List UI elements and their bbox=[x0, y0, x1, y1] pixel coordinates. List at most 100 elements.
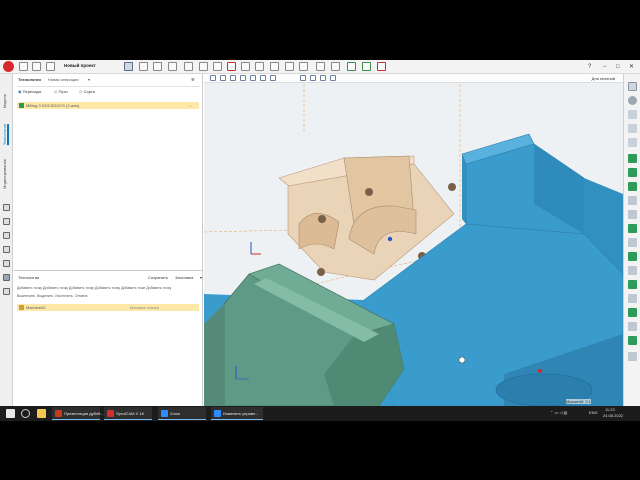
tab-technology[interactable]: Технология bbox=[2, 124, 9, 146]
tray-icons[interactable]: ⌃ ▭ ◁ ▤ bbox=[550, 410, 567, 415]
view-icon-4[interactable] bbox=[240, 75, 246, 81]
tab-model[interactable]: Модель bbox=[2, 94, 7, 108]
display-icon[interactable] bbox=[628, 124, 637, 133]
add-point-button-2[interactable]: Добавить точку bbox=[43, 286, 68, 290]
green-tool-icon-2[interactable] bbox=[628, 168, 637, 177]
tool-icon-c[interactable] bbox=[628, 238, 637, 247]
operation-row[interactable]: Milling 3 DOCSDOCS (2-axis) ◌ bbox=[17, 102, 199, 109]
view-icon-8[interactable] bbox=[300, 75, 306, 81]
select-button[interactable]: Выделить bbox=[37, 294, 53, 298]
exclude-button[interactable]: Исключить bbox=[55, 294, 73, 298]
view-icon-5[interactable] bbox=[250, 75, 256, 81]
toolbar-icon-16[interactable] bbox=[362, 62, 371, 71]
sphere-icon[interactable] bbox=[628, 96, 637, 105]
green-tool-icon-3[interactable] bbox=[628, 182, 637, 191]
clock-time[interactable]: 11:23 bbox=[605, 407, 615, 412]
cancel-button[interactable]: Отмена bbox=[75, 294, 88, 298]
green-tool-icon-8[interactable] bbox=[628, 336, 637, 345]
tool-icon[interactable] bbox=[3, 218, 10, 225]
tool-icon-d[interactable] bbox=[628, 266, 637, 275]
tool-icon-3[interactable] bbox=[3, 246, 10, 253]
search-icon[interactable] bbox=[21, 409, 30, 418]
toolbar-icon-15[interactable] bbox=[347, 62, 356, 71]
save-icon[interactable] bbox=[46, 62, 55, 71]
machine-row[interactable]: Machine02 Машина станка bbox=[17, 304, 199, 311]
add-point-button-4[interactable]: Добавить точку bbox=[95, 286, 120, 290]
render-icon[interactable] bbox=[628, 138, 637, 147]
disable-button[interactable]: Выключить bbox=[17, 294, 35, 298]
view-cube-icon[interactable] bbox=[628, 82, 637, 91]
add-point-button-3[interactable]: Добавить точку bbox=[69, 286, 94, 290]
stock-button[interactable]: Заготовка bbox=[175, 275, 193, 280]
chevron-down-icon[interactable]: ▾ bbox=[200, 275, 202, 280]
action-sorts[interactable]: ◎ Сорта bbox=[79, 89, 95, 94]
view-icon-6[interactable] bbox=[260, 75, 266, 81]
layers-icon[interactable] bbox=[628, 110, 637, 119]
view-icon-7[interactable] bbox=[270, 75, 276, 81]
clock-date[interactable]: 24.08.2022 bbox=[603, 413, 623, 418]
view-icon-11[interactable] bbox=[330, 75, 336, 81]
open-folder-icon[interactable] bbox=[32, 62, 41, 71]
app-logo-icon[interactable] bbox=[3, 61, 14, 72]
3d-viewport[interactable] bbox=[204, 74, 623, 406]
panel-splitter[interactable] bbox=[14, 270, 203, 271]
view-icon-10[interactable] bbox=[320, 75, 326, 81]
start-icon[interactable] bbox=[6, 409, 15, 418]
view-icon-9[interactable] bbox=[310, 75, 316, 81]
tool-icon-4[interactable] bbox=[3, 260, 10, 267]
tool-icon-e[interactable] bbox=[628, 294, 637, 303]
action-transitions[interactable]: ◉ Переходы bbox=[18, 89, 41, 94]
taskbar-item-zoom[interactable]: Zoom bbox=[158, 407, 206, 420]
taskbar-item-zoom-control[interactable]: Изменить управл... bbox=[211, 407, 263, 420]
toolbar-icon-13[interactable] bbox=[316, 62, 325, 71]
add-also-button[interactable]: Добавить тоже bbox=[121, 286, 145, 290]
toolbar-icon-10[interactable] bbox=[270, 62, 279, 71]
file-explorer-icon[interactable] bbox=[37, 409, 46, 418]
wrench-icon[interactable]: ⚒ bbox=[191, 77, 195, 82]
tool-icon-f[interactable] bbox=[628, 322, 637, 331]
toolbar-icon-5[interactable] bbox=[199, 62, 208, 71]
green-tool-icon-4[interactable] bbox=[628, 224, 637, 233]
save-button[interactable]: Сохранить bbox=[148, 275, 168, 280]
tool-icon-6[interactable] bbox=[3, 288, 10, 295]
minimize-button[interactable]: − bbox=[603, 62, 607, 72]
toolbar-icon-7[interactable] bbox=[227, 62, 236, 71]
tool-icon-b[interactable] bbox=[628, 210, 637, 219]
green-tool-icon-6[interactable] bbox=[628, 280, 637, 289]
toolbar-icon-2[interactable] bbox=[153, 62, 162, 71]
tab-modeling[interactable]: Моделирование bbox=[2, 159, 7, 189]
toolbar-icon-9[interactable] bbox=[255, 62, 264, 71]
taskbar-item-sprutcam[interactable]: SprutCAM X 16 bbox=[104, 407, 152, 420]
close-button[interactable]: ✕ bbox=[629, 62, 634, 72]
toolbar-icon-12[interactable] bbox=[299, 62, 308, 71]
help-icon[interactable]: ? bbox=[588, 62, 591, 72]
toolbar-icon-17[interactable] bbox=[377, 62, 386, 71]
action-paths[interactable]: ◎ Пути bbox=[54, 89, 68, 94]
new-file-icon[interactable] bbox=[19, 62, 28, 71]
view-mode-dropdown[interactable]: Для сечений bbox=[592, 76, 615, 81]
green-tool-icon-7[interactable] bbox=[628, 308, 637, 317]
view-icon-1[interactable] bbox=[210, 75, 216, 81]
toolbar-icon-4[interactable] bbox=[184, 62, 193, 71]
restore-button[interactable]: □ bbox=[616, 62, 620, 72]
toolbar-icon-3[interactable] bbox=[168, 62, 177, 71]
view-icon-3[interactable] bbox=[230, 75, 236, 81]
toolbar-icon-8[interactable] bbox=[241, 62, 250, 71]
new-operation-dropdown[interactable]: Новая операция bbox=[48, 77, 78, 82]
chevron-down-icon[interactable]: ▾ bbox=[88, 77, 90, 82]
toolbar-icon-14[interactable] bbox=[331, 62, 340, 71]
tool-icon-2[interactable] bbox=[3, 232, 10, 239]
green-tool-icon-1[interactable] bbox=[628, 154, 637, 163]
toolbar-icon-1[interactable] bbox=[139, 62, 148, 71]
add-point-button-1[interactable]: Добавить точку bbox=[17, 286, 42, 290]
pointer-tool-icon[interactable] bbox=[124, 62, 133, 71]
tool-icon-a[interactable] bbox=[628, 196, 637, 205]
add-point-button-5[interactable]: Добавить точку bbox=[146, 286, 171, 290]
view-icon-2[interactable] bbox=[220, 75, 226, 81]
language-indicator[interactable]: ENG bbox=[589, 410, 598, 415]
toolbar-icon-6[interactable] bbox=[213, 62, 222, 71]
taskbar-item-presentation[interactable]: Презентация дублё... bbox=[52, 407, 104, 420]
settings-icon[interactable] bbox=[3, 204, 10, 211]
tool-icon-g[interactable] bbox=[628, 352, 637, 361]
tool-icon-5[interactable] bbox=[3, 274, 10, 281]
